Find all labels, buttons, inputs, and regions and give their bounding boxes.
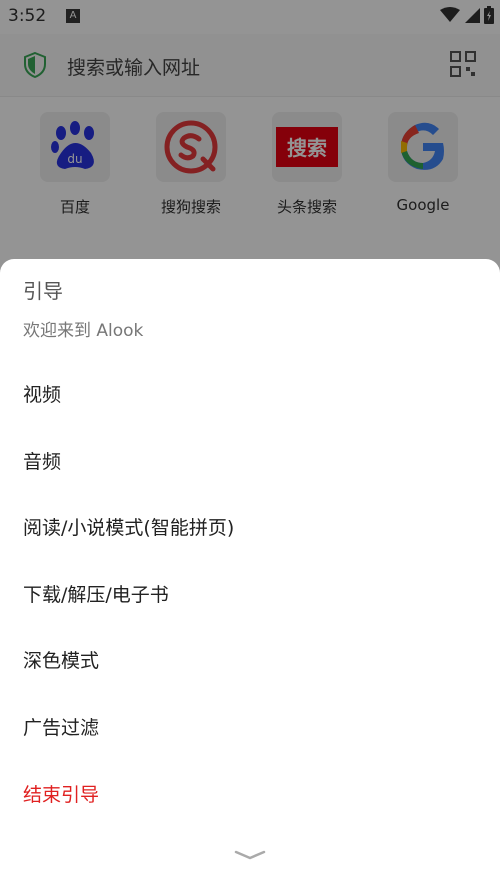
menu-item-video[interactable]: 视频: [0, 365, 500, 421]
chevron-down-icon[interactable]: [234, 849, 266, 861]
menu-item-download[interactable]: 下载/解压/电子书: [0, 565, 500, 621]
menu-item-ad-filter[interactable]: 广告过滤: [0, 698, 500, 754]
sheet-subtitle: 欢迎来到 Alook: [23, 321, 144, 341]
end-guide-button[interactable]: 结束引导: [0, 765, 500, 821]
menu-item-dark-mode[interactable]: 深色模式: [0, 631, 500, 687]
menu-item-reader-mode[interactable]: 阅读/小说模式(智能拼页): [0, 498, 500, 554]
menu-item-audio[interactable]: 音频: [0, 432, 500, 488]
guide-bottom-sheet: 引导 欢迎来到 Alook 视频 音频 阅读/小说模式(智能拼页) 下载/解压/…: [0, 259, 500, 888]
sheet-title: 引导: [23, 279, 63, 303]
